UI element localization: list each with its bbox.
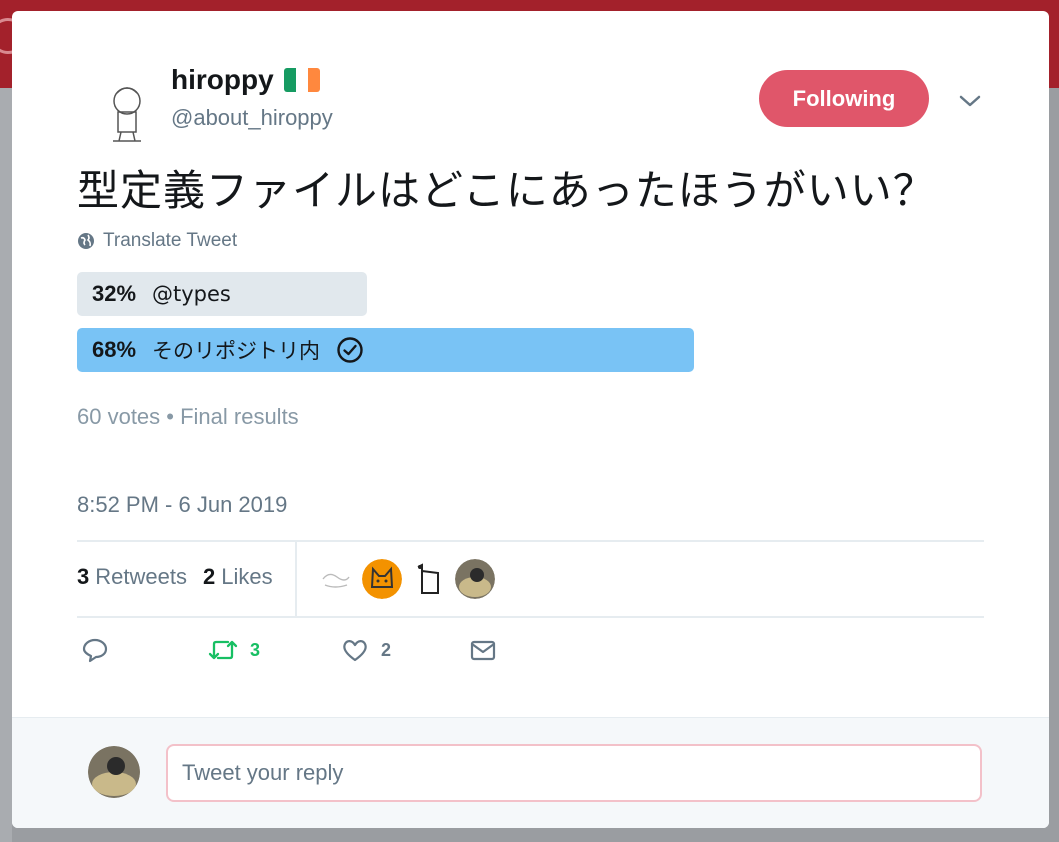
poll-option-percent: 32% <box>92 281 137 306</box>
chevron-down-icon[interactable] <box>958 91 982 111</box>
retweet-icon <box>208 640 238 660</box>
retweets-label: Retweets <box>95 564 187 589</box>
author-name[interactable]: hiroppy <box>171 64 274 96</box>
poll-results-meta: 60 votes • Final results <box>77 404 299 429</box>
poll-option-label: @types <box>152 282 231 306</box>
following-button[interactable]: Following <box>759 70 929 127</box>
retweets-count: 3 <box>77 564 90 589</box>
retweets-stat[interactable]: 3 Retweets <box>77 564 187 590</box>
author-handle[interactable]: @about_hiroppy <box>171 105 333 131</box>
poll-option-1: 32% @types <box>92 272 231 316</box>
retweet-action[interactable]: 3 <box>208 636 260 664</box>
poll-option-percent: 68% <box>92 337 137 362</box>
retweet-count: 3 <box>250 639 261 660</box>
liker-avatar[interactable] <box>315 559 355 599</box>
heart-icon <box>343 640 367 662</box>
liker-avatar[interactable] <box>362 559 402 599</box>
background-column <box>0 88 12 842</box>
dm-action[interactable] <box>469 636 497 664</box>
globe-icon <box>78 233 94 249</box>
liker-avatar[interactable] <box>408 559 448 599</box>
likes-label: Likes <box>221 564 273 589</box>
ireland-flag-icon <box>283 68 320 92</box>
divider <box>77 540 984 542</box>
reply-input[interactable] <box>166 744 982 802</box>
translate-tweet-link[interactable]: Translate Tweet <box>77 230 237 252</box>
tweet-text: 型定義ファイルはどこにあったほうがいい？ <box>77 166 936 215</box>
tweet-stats: 3 Retweets 2 Likes <box>77 564 289 590</box>
stats-divider <box>295 541 297 617</box>
likes-stat[interactable]: 2 Likes <box>203 564 273 590</box>
poll-option-label: そのリポジトリ内 <box>152 339 320 363</box>
author-avatar[interactable] <box>91 79 163 151</box>
current-user-avatar <box>88 746 140 798</box>
poll-option-2: 68% そのリポジトリ内 <box>92 328 364 372</box>
divider <box>77 616 984 618</box>
like-count: 2 <box>381 639 392 660</box>
liker-avatar[interactable] <box>455 559 495 599</box>
envelope-icon <box>470 640 496 661</box>
reply-icon <box>82 638 108 663</box>
reply-section <box>12 717 1049 828</box>
tweet-timestamp: 8:52 PM - 6 Jun 2019 <box>77 492 288 517</box>
reply-action[interactable] <box>81 636 109 664</box>
tweet-modal: hiroppy @about_hiroppy Following 型定義ファイル… <box>12 11 1049 828</box>
translate-label: Translate Tweet <box>103 230 238 251</box>
likes-count: 2 <box>202 564 216 589</box>
like-action[interactable]: 2 <box>341 636 391 664</box>
check-circle-icon <box>337 337 363 363</box>
